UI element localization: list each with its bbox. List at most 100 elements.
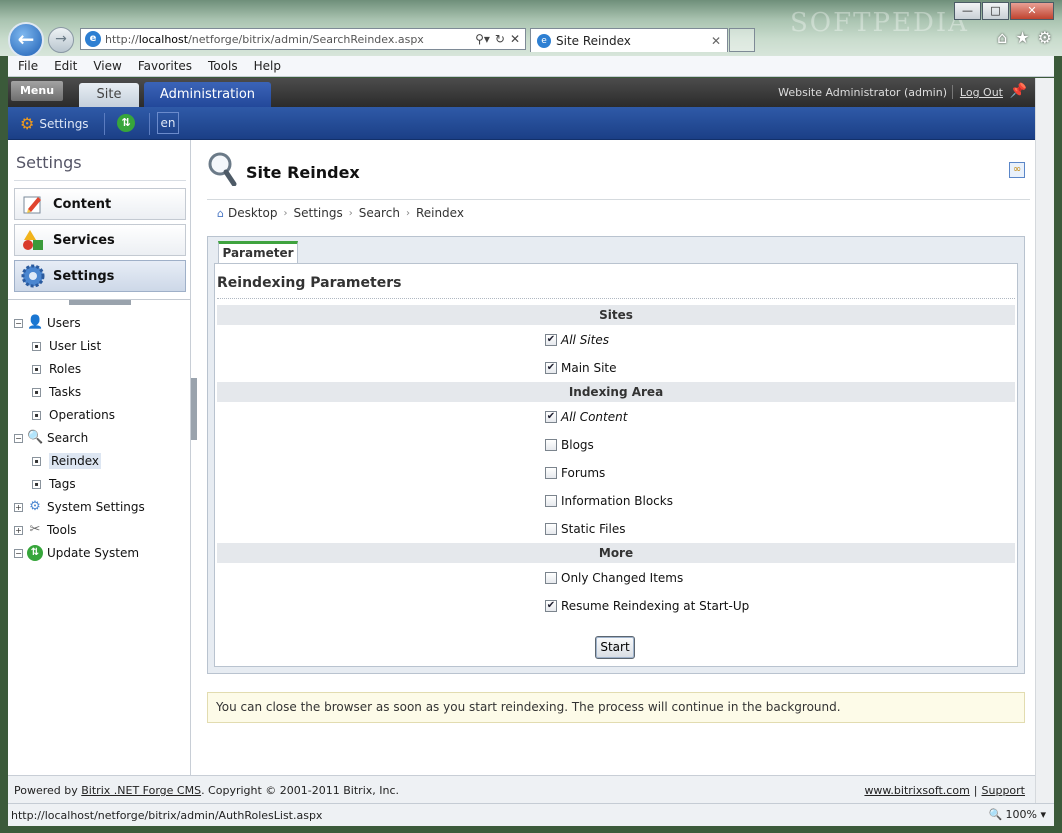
- tools-icon: ✂: [29, 522, 41, 537]
- checkbox-row-forums[interactable]: Forums: [545, 464, 605, 482]
- tree-label: Roles: [49, 362, 82, 376]
- tools-gear-icon[interactable]: ⚙: [1038, 28, 1052, 47]
- checkbox-row-static-files[interactable]: Static Files: [545, 520, 625, 538]
- menu-edit[interactable]: Edit: [46, 59, 85, 73]
- tree-item-reindex[interactable]: ▪ Reindex: [14, 451, 102, 471]
- checkbox-label: Information Blocks: [561, 494, 673, 508]
- favorites-star-icon[interactable]: ★: [1015, 28, 1029, 47]
- tab-site[interactable]: Site: [79, 83, 139, 107]
- all-sites-checkbox[interactable]: ✔: [545, 334, 557, 346]
- logout-link[interactable]: Log Out: [960, 86, 1003, 99]
- tree-item-update-system[interactable]: − ⇅ Update System: [14, 543, 139, 563]
- tree-label: Tags: [49, 477, 76, 491]
- search-icon[interactable]: ⚲▾: [475, 32, 490, 46]
- close-tab-icon[interactable]: ✕: [711, 34, 721, 48]
- breadcrumb-search[interactable]: Search: [359, 206, 400, 220]
- information-blocks-checkbox[interactable]: [545, 495, 557, 507]
- collapse-icon[interactable]: −: [14, 433, 23, 443]
- browser-tab[interactable]: e Site Reindex ✕: [530, 28, 728, 52]
- checkbox-row-information-blocks[interactable]: Information Blocks: [545, 492, 673, 510]
- forward-button[interactable]: →: [48, 27, 74, 53]
- chevron-right-icon: ›: [405, 207, 410, 219]
- pencil-icon: [21, 192, 45, 216]
- bitrixsoft-link[interactable]: www.bitrixsoft.com: [864, 784, 969, 797]
- checkbox-row-main-site[interactable]: ✔ Main Site: [545, 359, 617, 377]
- menu-help[interactable]: Help: [246, 59, 289, 73]
- language-button[interactable]: en: [157, 112, 179, 134]
- breadcrumb-desktop[interactable]: Desktop: [228, 206, 278, 220]
- page-scrollbar[interactable]: [1035, 78, 1054, 803]
- link-icon[interactable]: ∞: [1009, 162, 1025, 178]
- checkbox-row-all-sites[interactable]: ✔ All Sites: [545, 331, 609, 349]
- expand-icon[interactable]: +: [14, 502, 23, 512]
- static-files-checkbox[interactable]: [545, 523, 557, 535]
- tree-item-tasks[interactable]: ▪ Tasks: [14, 382, 81, 402]
- back-button[interactable]: ←: [8, 22, 44, 58]
- admin-topbar: Menu Site Administration Website Adminis…: [8, 78, 1035, 107]
- close-button[interactable]: ✕: [1010, 2, 1054, 20]
- new-tab-button[interactable]: [729, 28, 755, 52]
- checkbox-row-blogs[interactable]: Blogs: [545, 436, 594, 454]
- minimize-button[interactable]: —: [954, 2, 981, 20]
- product-link[interactable]: Bitrix .NET Forge CMS: [81, 784, 201, 797]
- admin-menu-button[interactable]: Menu: [11, 81, 63, 101]
- menu-favorites[interactable]: Favorites: [130, 59, 200, 73]
- stop-icon[interactable]: ✕: [510, 32, 520, 46]
- menu-file[interactable]: File: [10, 59, 46, 73]
- settings-toolbar-button[interactable]: ⚙ Settings: [20, 114, 89, 133]
- maximize-button[interactable]: □: [982, 2, 1009, 20]
- breadcrumb-settings[interactable]: Settings: [293, 206, 342, 220]
- blogs-checkbox[interactable]: [545, 439, 557, 451]
- forums-checkbox[interactable]: [545, 467, 557, 479]
- resume-checkbox[interactable]: ✔: [545, 600, 557, 612]
- tree-item-search[interactable]: − 🔍 Search: [14, 428, 88, 448]
- breadcrumb-reindex: Reindex: [415, 206, 464, 220]
- page-icon: ▪: [32, 410, 41, 420]
- section-content-button[interactable]: Content: [14, 188, 186, 220]
- expand-icon[interactable]: +: [14, 525, 23, 535]
- tab-administration[interactable]: Administration: [144, 82, 271, 107]
- checkbox-label: Main Site: [561, 361, 617, 375]
- menu-tools[interactable]: Tools: [200, 59, 246, 73]
- browser-chrome: SOFTPEDIA — □ ✕ ← → e http://localhost/n…: [0, 0, 1062, 58]
- tree-item-tags[interactable]: ▪ Tags: [14, 474, 76, 494]
- address-bar[interactable]: e http://localhost/netforge/bitrix/admin…: [80, 28, 526, 50]
- only-changed-checkbox[interactable]: [545, 572, 557, 584]
- section-content-label: Content: [53, 196, 112, 212]
- checkbox-label: Resume Reindexing at Start-Up: [561, 599, 750, 613]
- collapse-icon[interactable]: −: [14, 318, 23, 328]
- address-url[interactable]: http://localhost/netforge/bitrix/admin/S…: [105, 33, 475, 46]
- tree-item-roles[interactable]: ▪ Roles: [14, 359, 81, 379]
- home-icon[interactable]: ⌂: [997, 28, 1007, 47]
- collapse-icon[interactable]: −: [14, 548, 23, 558]
- section-services-button[interactable]: Services: [14, 224, 186, 256]
- refresh-icon[interactable]: ↻: [495, 32, 505, 46]
- divider: [149, 113, 150, 135]
- tree-item-users[interactable]: − 👤 Users: [14, 313, 81, 333]
- pin-icon[interactable]: 📌: [1010, 83, 1027, 99]
- browser-menubar: File Edit View Favorites Tools Help: [8, 56, 1054, 77]
- tree-item-system-settings[interactable]: + ⚙ System Settings: [14, 497, 145, 517]
- main-site-checkbox[interactable]: ✔: [545, 362, 557, 374]
- checkbox-row-all-content[interactable]: ✔ All Content: [545, 408, 627, 426]
- page-icon: ▪: [32, 387, 41, 397]
- support-link[interactable]: Support: [982, 784, 1025, 797]
- tab-parameter[interactable]: Parameter: [218, 241, 298, 263]
- panel-splitter[interactable]: [8, 299, 191, 305]
- section-settings-label: Settings: [53, 268, 115, 284]
- section-more-header: More: [217, 543, 1015, 563]
- current-user[interactable]: Website Administrator (admin): [778, 86, 947, 99]
- checkbox-row-only-changed[interactable]: Only Changed Items: [545, 569, 683, 587]
- tree-label: Tools: [47, 523, 77, 537]
- update-icon[interactable]: ⇅: [117, 114, 135, 132]
- all-content-checkbox[interactable]: ✔: [545, 411, 557, 423]
- start-button[interactable]: Start: [595, 636, 635, 659]
- tree-item-user-list[interactable]: ▪ User List: [14, 336, 101, 356]
- splitter-grip[interactable]: [69, 300, 131, 305]
- tree-item-operations[interactable]: ▪ Operations: [14, 405, 115, 425]
- tree-item-tools[interactable]: + ✂ Tools: [14, 520, 77, 540]
- section-settings-button[interactable]: Settings: [14, 260, 186, 292]
- checkbox-row-resume[interactable]: ✔ Resume Reindexing at Start-Up: [545, 597, 749, 615]
- menu-view[interactable]: View: [85, 59, 129, 73]
- zoom-control[interactable]: 🔍 100% ▾: [989, 808, 1046, 821]
